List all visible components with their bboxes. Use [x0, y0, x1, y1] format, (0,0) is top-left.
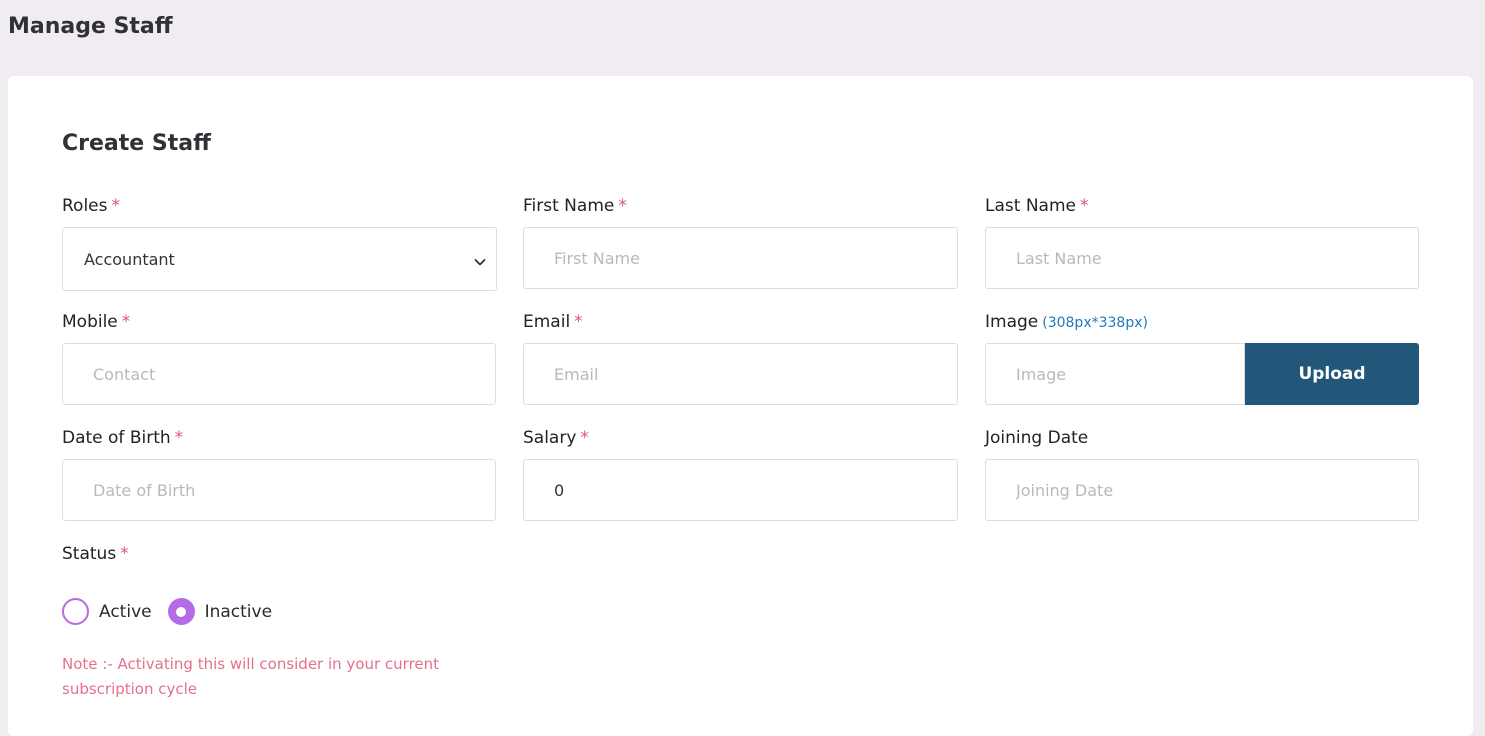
upload-button[interactable]: Upload — [1245, 343, 1419, 405]
image-label: Image (308px*338px) — [985, 310, 1419, 334]
required-mark: * — [111, 196, 121, 216]
mobile-label: Mobile * — [62, 310, 496, 334]
image-field: Image(308px*338px) Upload — [985, 310, 1419, 405]
first-name-label: First Name * — [523, 194, 958, 218]
required-mark: * — [574, 312, 583, 332]
salary-field: Salary * — [523, 426, 958, 521]
roles-label: Roles * — [62, 194, 497, 218]
mobile-input[interactable] — [62, 343, 496, 405]
subscription-note: Note :- Activating this will consider in… — [62, 655, 440, 698]
roles-field: Roles * Accountant — [62, 194, 497, 291]
create-staff-card: Create Staff Roles * Accountant First Nam… — [8, 76, 1473, 736]
dob-field: Date of Birth * — [62, 426, 496, 521]
required-mark: * — [580, 428, 589, 448]
form-title: Create Staff — [62, 131, 211, 156]
last-name-label-text: Last Name — [985, 196, 1076, 216]
required-mark: * — [120, 544, 129, 564]
dob-label: Date of Birth * — [62, 426, 496, 450]
image-label-text: Image — [985, 312, 1039, 332]
salary-label: Salary * — [523, 426, 958, 450]
dob-label-text: Date of Birth — [62, 428, 171, 448]
last-name-input[interactable] — [985, 227, 1419, 289]
email-field: Email * — [523, 310, 958, 405]
status-inactive-radio[interactable] — [167, 598, 195, 625]
image-size-hint: (308px*338px) — [1042, 315, 1148, 331]
page-title: Manage Staff — [8, 14, 173, 39]
mobile-label-text: Mobile — [62, 312, 118, 332]
last-name-label: Last Name * — [985, 194, 1419, 218]
radio-selected-dot — [176, 606, 187, 617]
required-mark: * — [121, 312, 131, 332]
salary-input[interactable] — [523, 459, 958, 521]
chevron-down-icon — [474, 253, 486, 266]
email-label: Email * — [523, 310, 958, 334]
last-name-field: Last Name * — [985, 194, 1419, 289]
salary-label-text: Salary — [523, 428, 577, 448]
required-mark: * — [618, 196, 627, 216]
roles-label-text: Roles — [62, 196, 108, 216]
status-label-text: Status — [62, 544, 117, 564]
status-active-radio[interactable] — [62, 598, 89, 625]
first-name-input[interactable] — [523, 227, 958, 289]
joining-date-field: Joining Date — [985, 426, 1419, 521]
status-active-label[interactable]: Active — [99, 602, 152, 622]
required-mark: * — [174, 428, 184, 448]
image-input[interactable] — [985, 343, 1245, 405]
image-upload-group: Upload — [985, 343, 1419, 405]
mobile-field: Mobile * — [62, 310, 496, 405]
status-inactive-label[interactable]: Inactive — [205, 602, 272, 622]
roles-selected-value: Accountant — [84, 249, 175, 269]
roles-select[interactable]: Accountant — [62, 227, 497, 291]
joining-date-label: Joining Date — [985, 428, 1089, 448]
joining-date-input[interactable] — [985, 459, 1419, 521]
dob-input[interactable] — [62, 459, 496, 521]
status-radio-group: Active Inactive — [62, 598, 278, 625]
first-name-label-text: First Name — [523, 196, 615, 216]
email-input[interactable] — [523, 343, 958, 405]
first-name-field: First Name * — [523, 194, 958, 289]
email-label-text: Email — [523, 312, 571, 332]
status-label: Status * — [62, 542, 129, 566]
required-mark: * — [1079, 196, 1089, 216]
